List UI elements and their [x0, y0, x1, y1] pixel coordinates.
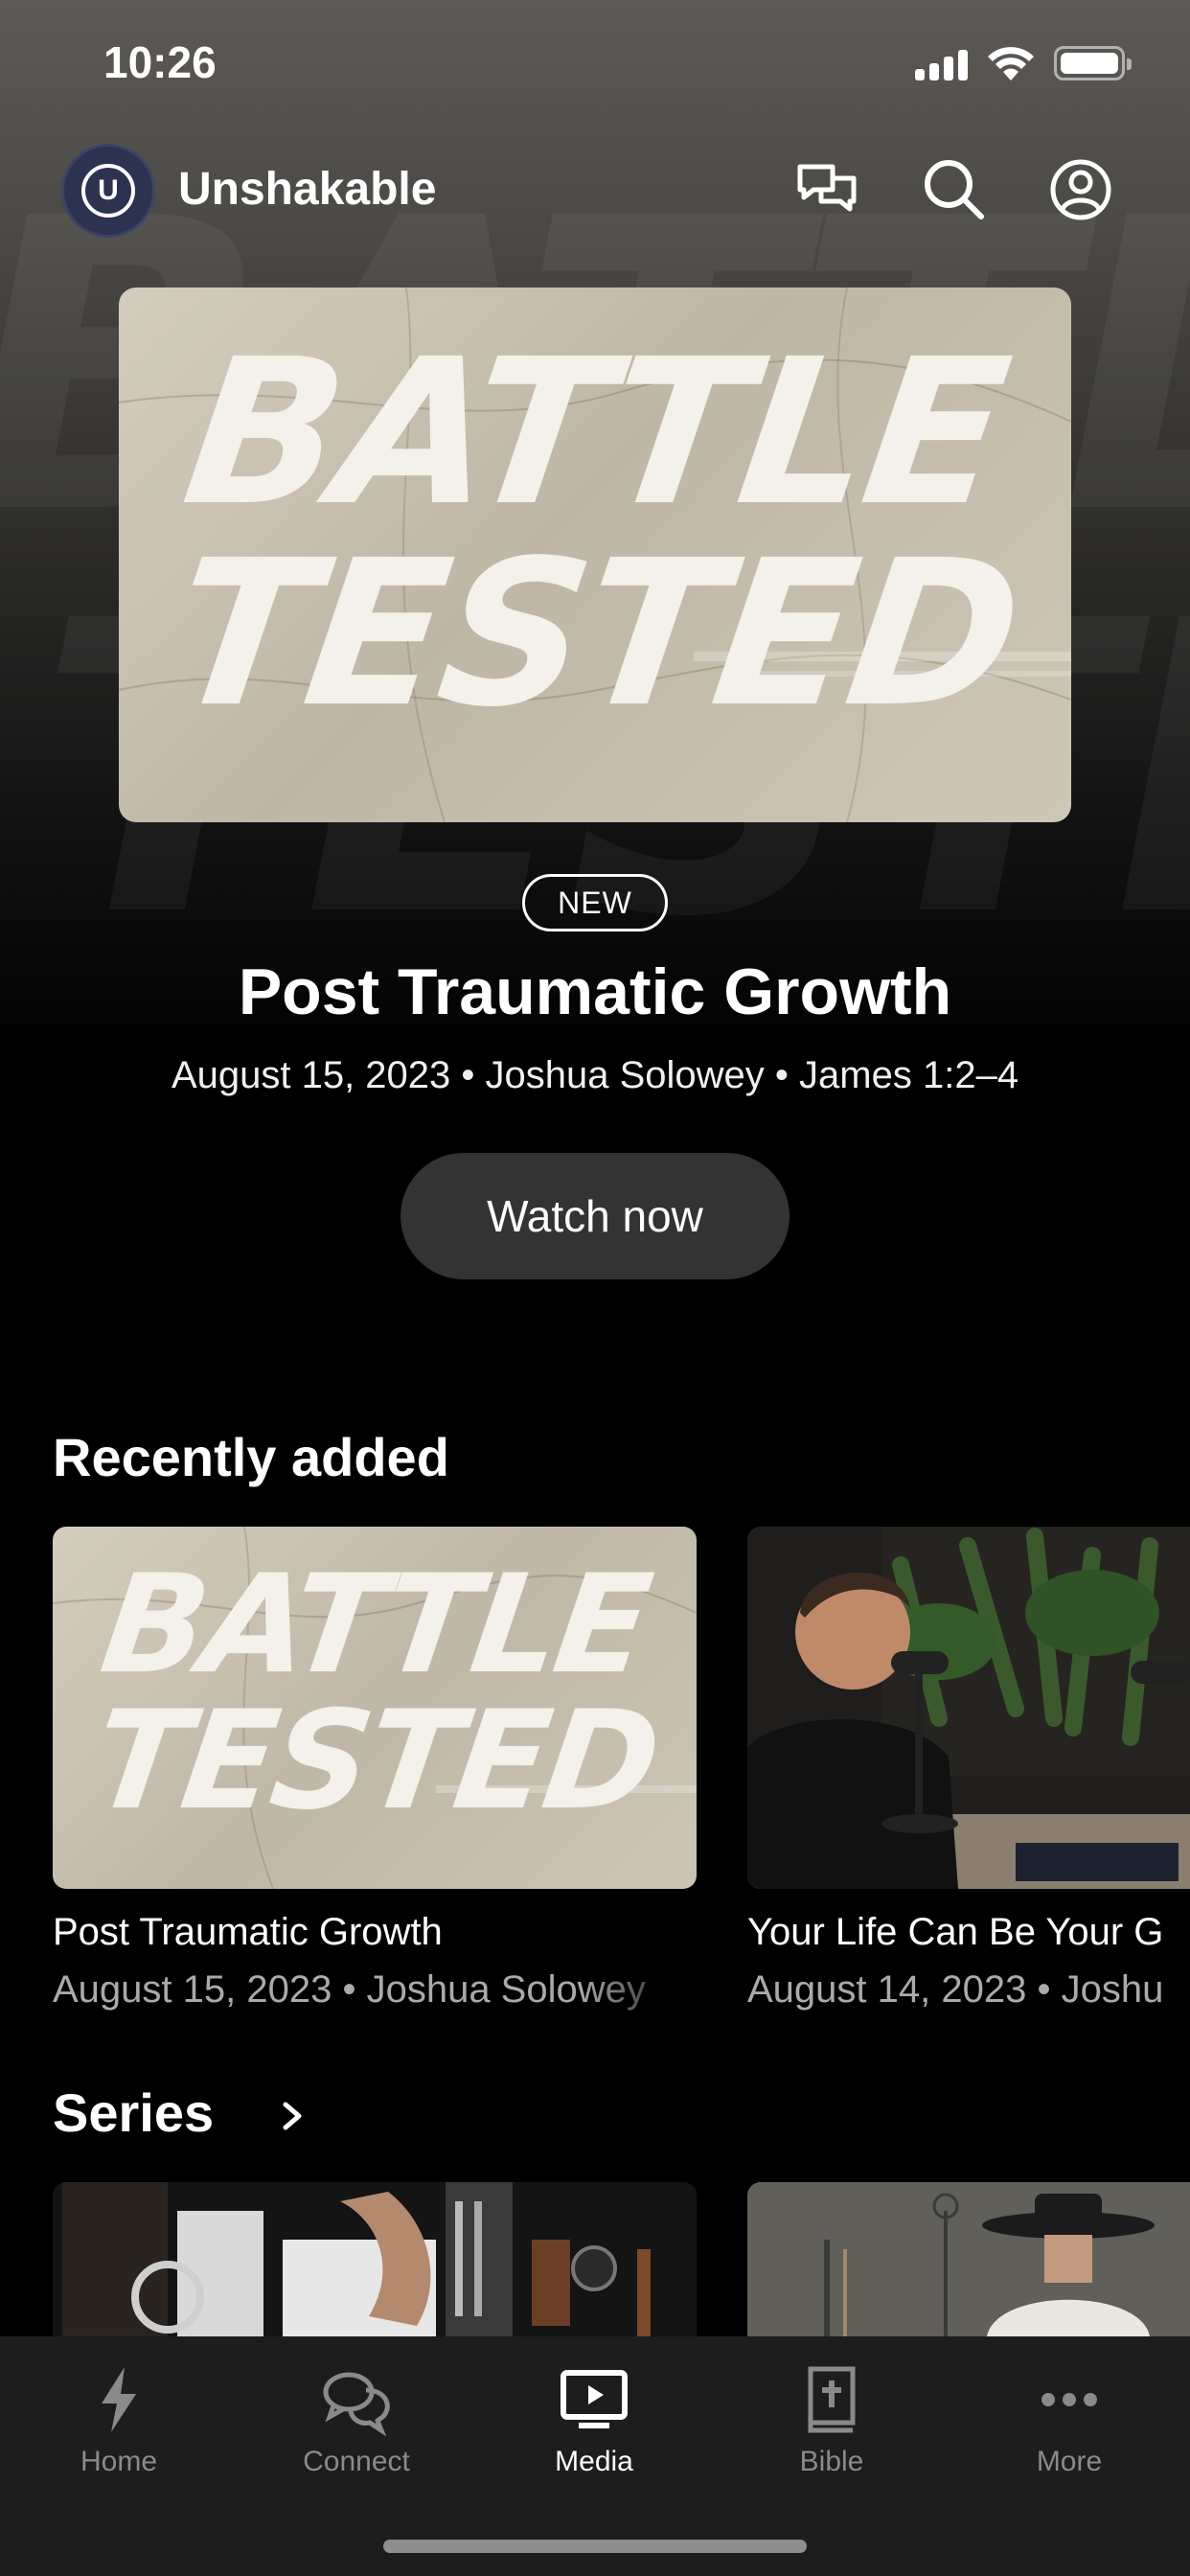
podcast-photo	[747, 1527, 1190, 1889]
battery-icon	[1054, 46, 1132, 80]
bolt-icon	[102, 2367, 136, 2432]
hero-artwork[interactable]: BATTLE TESTED	[119, 288, 1071, 822]
recently-added-card-1[interactable]: BATTLE TESTED	[53, 1527, 697, 1889]
card-art-line1: BATTLE	[93, 1546, 657, 1704]
logo-letter: U	[98, 174, 119, 206]
wifi-icon	[988, 47, 1034, 80]
app-header: U Unshakable	[0, 134, 1190, 249]
chevron-right-icon[interactable]	[278, 2097, 307, 2135]
tab-media[interactable]: Media	[475, 2336, 713, 2528]
home-indicator[interactable]	[383, 2540, 807, 2553]
hero-art-line1: BATTLE	[172, 315, 1018, 550]
more-dots-icon	[1041, 2393, 1097, 2406]
tab-label: More	[1036, 2446, 1103, 2477]
profile-icon[interactable]	[1046, 155, 1115, 224]
watch-now-button[interactable]: Watch now	[400, 1153, 790, 1279]
play-screen-icon	[561, 2370, 628, 2428]
cellular-signal-icon	[915, 50, 969, 80]
status-time: 10:26	[103, 37, 217, 87]
series-card-2[interactable]	[747, 2182, 1190, 2336]
tab-more[interactable]: More	[950, 2336, 1188, 2528]
hero-art-line2: TESTED	[159, 517, 1031, 751]
new-badge: NEW	[522, 874, 668, 932]
text-fade	[582, 1965, 697, 2018]
recently-added-card-2[interactable]	[747, 1527, 1190, 1889]
card-meta: August 14, 2023 • Joshu	[747, 1968, 1164, 2011]
tab-label: Bible	[799, 2446, 864, 2477]
tab-label: Connect	[303, 2446, 410, 2477]
app-name: Unshakable	[178, 164, 437, 215]
hero-meta: August 15, 2023 • Joshua Solowey • James…	[171, 1054, 1019, 1096]
series-artwork-tools	[53, 2182, 697, 2336]
search-icon[interactable]	[920, 155, 989, 224]
series-artwork-hat	[747, 2182, 1190, 2336]
messages-icon[interactable]	[792, 155, 861, 224]
card-title[interactable]: Your Life Can Be Your G	[747, 1911, 1163, 1954]
church-logo[interactable]: U	[61, 144, 155, 238]
series-card-1[interactable]	[53, 2182, 697, 2336]
tab-bible[interactable]: Bible	[713, 2336, 950, 2528]
card-title[interactable]: Post Traumatic Growth	[53, 1911, 443, 1954]
status-bar: 10:26	[0, 0, 1190, 134]
recently-added-heading: Recently added	[53, 1427, 449, 1487]
bible-icon	[808, 2366, 856, 2433]
tab-label: Media	[555, 2446, 633, 2477]
chat-bubbles-icon	[323, 2372, 390, 2437]
tab-connect[interactable]: Connect	[238, 2336, 475, 2528]
tab-label: Home	[80, 2446, 158, 2477]
series-heading[interactable]: Series	[53, 2082, 214, 2144]
card-art-line2: TESTED	[83, 1682, 666, 1840]
tab-home[interactable]: Home	[0, 2336, 238, 2528]
hero-title: Post Traumatic Growth	[238, 955, 952, 1028]
